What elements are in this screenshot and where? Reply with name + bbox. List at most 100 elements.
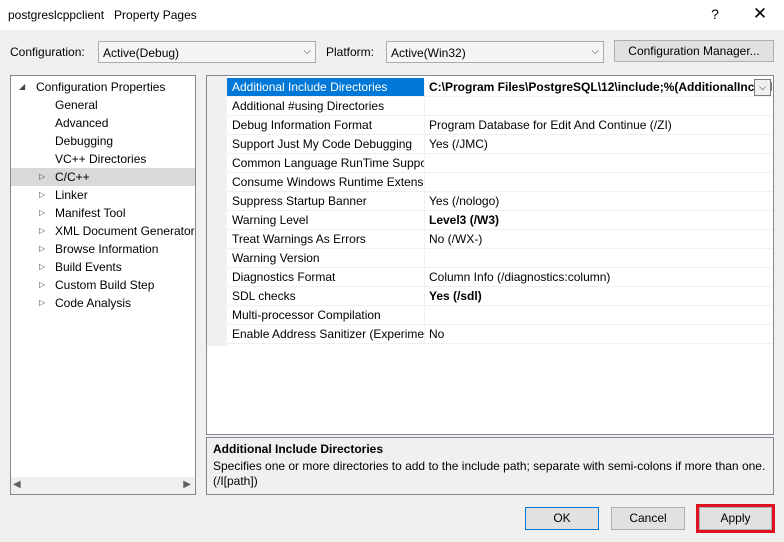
configuration-tree: ◢ Configuration Properties General Advanc…: [10, 75, 196, 495]
title-bar: postgreslcppclient Property Pages ? ✕: [0, 0, 784, 30]
property-row[interactable]: Support Just My Code Debugging Yes (/JMC): [227, 135, 773, 154]
tree-item[interactable]: VC++ Directories: [11, 150, 195, 168]
configuration-label: Configuration:: [10, 45, 85, 59]
property-value[interactable]: C:\Program Files\PostgreSQL\12\include;%…: [426, 78, 773, 96]
expand-triangle-icon[interactable]: ▷: [39, 294, 45, 312]
property-row[interactable]: Common Language RunTime Support: [227, 154, 773, 173]
window-title: postgreslcppclient Property Pages: [8, 8, 197, 22]
tree-item[interactable]: ▷ C/C++: [11, 168, 195, 186]
tree-item[interactable]: ▷ Browse Information: [11, 240, 195, 258]
property-value[interactable]: [426, 154, 773, 172]
property-name: Suppress Startup Banner: [227, 192, 425, 210]
tree-item-label: Browse Information: [55, 242, 159, 256]
property-row[interactable]: SDL checks Yes (/sdl): [227, 287, 773, 306]
expand-triangle-icon[interactable]: ▷: [39, 186, 45, 204]
property-value[interactable]: Yes (/JMC): [426, 135, 773, 153]
property-row[interactable]: Debug Information Format Program Database…: [227, 116, 773, 135]
property-row[interactable]: Enable Address Sanitizer (Experimental)N…: [227, 325, 773, 344]
property-name: Multi-processor Compilation: [227, 306, 425, 324]
property-row[interactable]: Treat Warnings As Errors No (/WX-): [227, 230, 773, 249]
property-value[interactable]: [426, 306, 773, 324]
tree-item-label: C/C++: [55, 170, 90, 184]
property-value[interactable]: [426, 249, 773, 267]
expand-triangle-icon[interactable]: ▷: [39, 240, 45, 258]
property-name: Support Just My Code Debugging: [227, 135, 425, 153]
property-value[interactable]: Yes (/sdl): [426, 287, 773, 305]
apply-highlight-box: [696, 504, 775, 533]
close-button[interactable]: ✕: [748, 4, 772, 26]
platform-value: Active(Win32): [391, 46, 466, 60]
tree-item-label: Linker: [55, 188, 88, 202]
property-value[interactable]: Program Database for Edit And Continue (…: [426, 116, 773, 134]
tree-item-label: Configuration Properties: [36, 80, 166, 94]
property-value[interactable]: [426, 173, 773, 191]
tree-item[interactable]: ▷ Code Analysis: [11, 294, 195, 312]
tree-item[interactable]: ▷ Manifest Tool: [11, 204, 195, 222]
tree-item[interactable]: ▷ Build Events: [11, 258, 195, 276]
property-name: Additional #using Directories: [227, 97, 425, 115]
ok-button[interactable]: OK: [525, 507, 599, 530]
configuration-manager-button[interactable]: Configuration Manager...: [614, 40, 774, 62]
collapse-triangle-icon[interactable]: ◢: [19, 78, 25, 96]
expand-triangle-icon[interactable]: ▷: [39, 258, 45, 276]
tree-item[interactable]: Debugging: [11, 132, 195, 150]
cancel-button[interactable]: Cancel: [611, 507, 685, 530]
tree-item[interactable]: ▷ Linker: [11, 186, 195, 204]
property-row[interactable]: Suppress Startup Banner Yes (/nologo): [227, 192, 773, 211]
property-name: Enable Address Sanitizer (Experimental): [227, 325, 425, 343]
expand-triangle-icon[interactable]: ▷: [39, 168, 45, 186]
tree-item-label: Custom Build Step: [55, 278, 155, 292]
property-grid: Additional Include Directories C:\Program…: [206, 75, 774, 435]
property-value[interactable]: Yes (/nologo): [426, 192, 773, 210]
property-value[interactable]: [426, 97, 773, 115]
property-value[interactable]: Column Info (/diagnostics:column): [426, 268, 773, 286]
property-row[interactable]: Diagnostics Format Column Info (/diagnost…: [227, 268, 773, 287]
description-panel: Additional Include Directories Specifies…: [206, 437, 774, 495]
property-name: Additional Include Directories: [227, 78, 425, 96]
property-row[interactable]: Additional #using Directories: [227, 97, 773, 116]
property-row[interactable]: Warning Version: [227, 249, 773, 268]
value-dropdown-chevron-icon[interactable]: ⌵: [754, 79, 771, 96]
grid-gutter: [207, 76, 227, 346]
tree-item-configuration-properties[interactable]: ◢ Configuration Properties: [11, 78, 195, 96]
tree-item-label: Build Events: [55, 260, 122, 274]
chevron-down-icon: ⌵: [303, 46, 311, 57]
property-name: Common Language RunTime Support: [227, 154, 425, 172]
property-name: Warning Version: [227, 249, 425, 267]
property-row[interactable]: Multi-processor Compilation: [227, 306, 773, 325]
property-value[interactable]: No: [426, 325, 773, 343]
property-name: Diagnostics Format: [227, 268, 425, 286]
property-name: Debug Information Format: [227, 116, 425, 134]
tree-item[interactable]: ▷ XML Document Generator: [11, 222, 195, 240]
tree-item-label: XML Document Generator: [55, 224, 195, 238]
expand-triangle-icon[interactable]: ▷: [39, 222, 45, 240]
property-value[interactable]: Level3 (/W3): [426, 211, 773, 229]
configuration-value: Active(Debug): [103, 46, 180, 60]
scroll-left-icon[interactable]: ◀: [13, 479, 21, 490]
property-row[interactable]: Additional Include Directories C:\Program…: [227, 78, 773, 97]
tree-item-label: VC++ Directories: [55, 152, 147, 166]
property-name: Consume Windows Runtime Extension: [227, 173, 425, 191]
expand-triangle-icon[interactable]: ▷: [39, 276, 45, 294]
tree-item[interactable]: ▷ Custom Build Step: [11, 276, 195, 294]
expand-triangle-icon[interactable]: ▷: [39, 204, 45, 222]
property-row[interactable]: Warning Level Level3 (/W3): [227, 211, 773, 230]
property-name: Treat Warnings As Errors: [227, 230, 425, 248]
tree-item-label: Manifest Tool: [55, 206, 126, 220]
tree-item-label: General: [55, 98, 98, 112]
tree-item[interactable]: General: [11, 96, 195, 114]
chevron-down-icon: ⌵: [591, 46, 599, 57]
configuration-dropdown[interactable]: Active(Debug) ⌵: [98, 41, 316, 63]
tree-item-label: Debugging: [55, 134, 114, 148]
scroll-right-icon[interactable]: ▶: [183, 479, 191, 490]
platform-dropdown[interactable]: Active(Win32) ⌵: [386, 41, 604, 63]
description-title: Additional Include Directories: [213, 442, 384, 456]
help-button[interactable]: ?: [704, 4, 726, 26]
horizontal-scrollbar[interactable]: ◀ ▶: [11, 477, 195, 494]
property-name: Warning Level: [227, 211, 425, 229]
description-text: Specifies one or more directories to add…: [213, 459, 766, 488]
property-row[interactable]: Consume Windows Runtime Extension: [227, 173, 773, 192]
property-value[interactable]: No (/WX-): [426, 230, 773, 248]
platform-label: Platform:: [326, 45, 375, 59]
tree-item[interactable]: Advanced: [11, 114, 195, 132]
